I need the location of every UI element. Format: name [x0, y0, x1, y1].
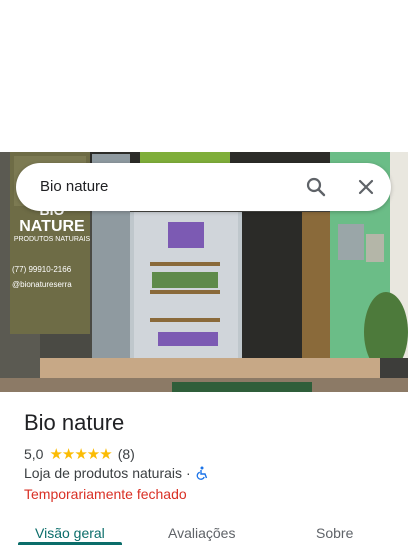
search-input[interactable]: Bio nature — [40, 178, 108, 195]
tab-bar: Visão geral Avaliações Sobre — [0, 518, 408, 545]
tab-reviews[interactable]: Avaliações — [168, 525, 235, 541]
banner-instagram: @bionatureserra — [12, 280, 72, 289]
tab-overview[interactable]: Visão geral — [35, 525, 105, 541]
banner-phone: (77) 99910-2166 — [12, 265, 72, 274]
banner-brand-line2: NATURE — [19, 218, 85, 235]
place-category: Loja de produtos naturais — [24, 465, 182, 481]
wheelchair-icon — [195, 466, 209, 480]
tab-about[interactable]: Sobre — [316, 525, 353, 541]
banner-sign: BIO NATURE PRODUTOS NATURAIS (77) 99910-… — [12, 202, 92, 289]
place-title: Bio nature — [24, 410, 125, 435]
rating-value: 5,0 — [24, 446, 44, 462]
search-bar[interactable]: Bio nature — [16, 163, 391, 211]
close-icon[interactable] — [354, 175, 378, 199]
banner-subtitle: PRODUTOS NATURAIS — [13, 236, 91, 243]
search-icon[interactable] — [304, 175, 328, 199]
rating-row[interactable]: 5,0 ★★★★★ (8) — [24, 445, 135, 463]
status-label: Temporariamente fechado — [24, 486, 187, 502]
star-icon: ★★★★★ — [49, 446, 112, 463]
category-row: Loja de produtos naturais · — [24, 465, 209, 481]
separator: · — [186, 465, 191, 481]
review-count[interactable]: (8) — [118, 446, 135, 462]
